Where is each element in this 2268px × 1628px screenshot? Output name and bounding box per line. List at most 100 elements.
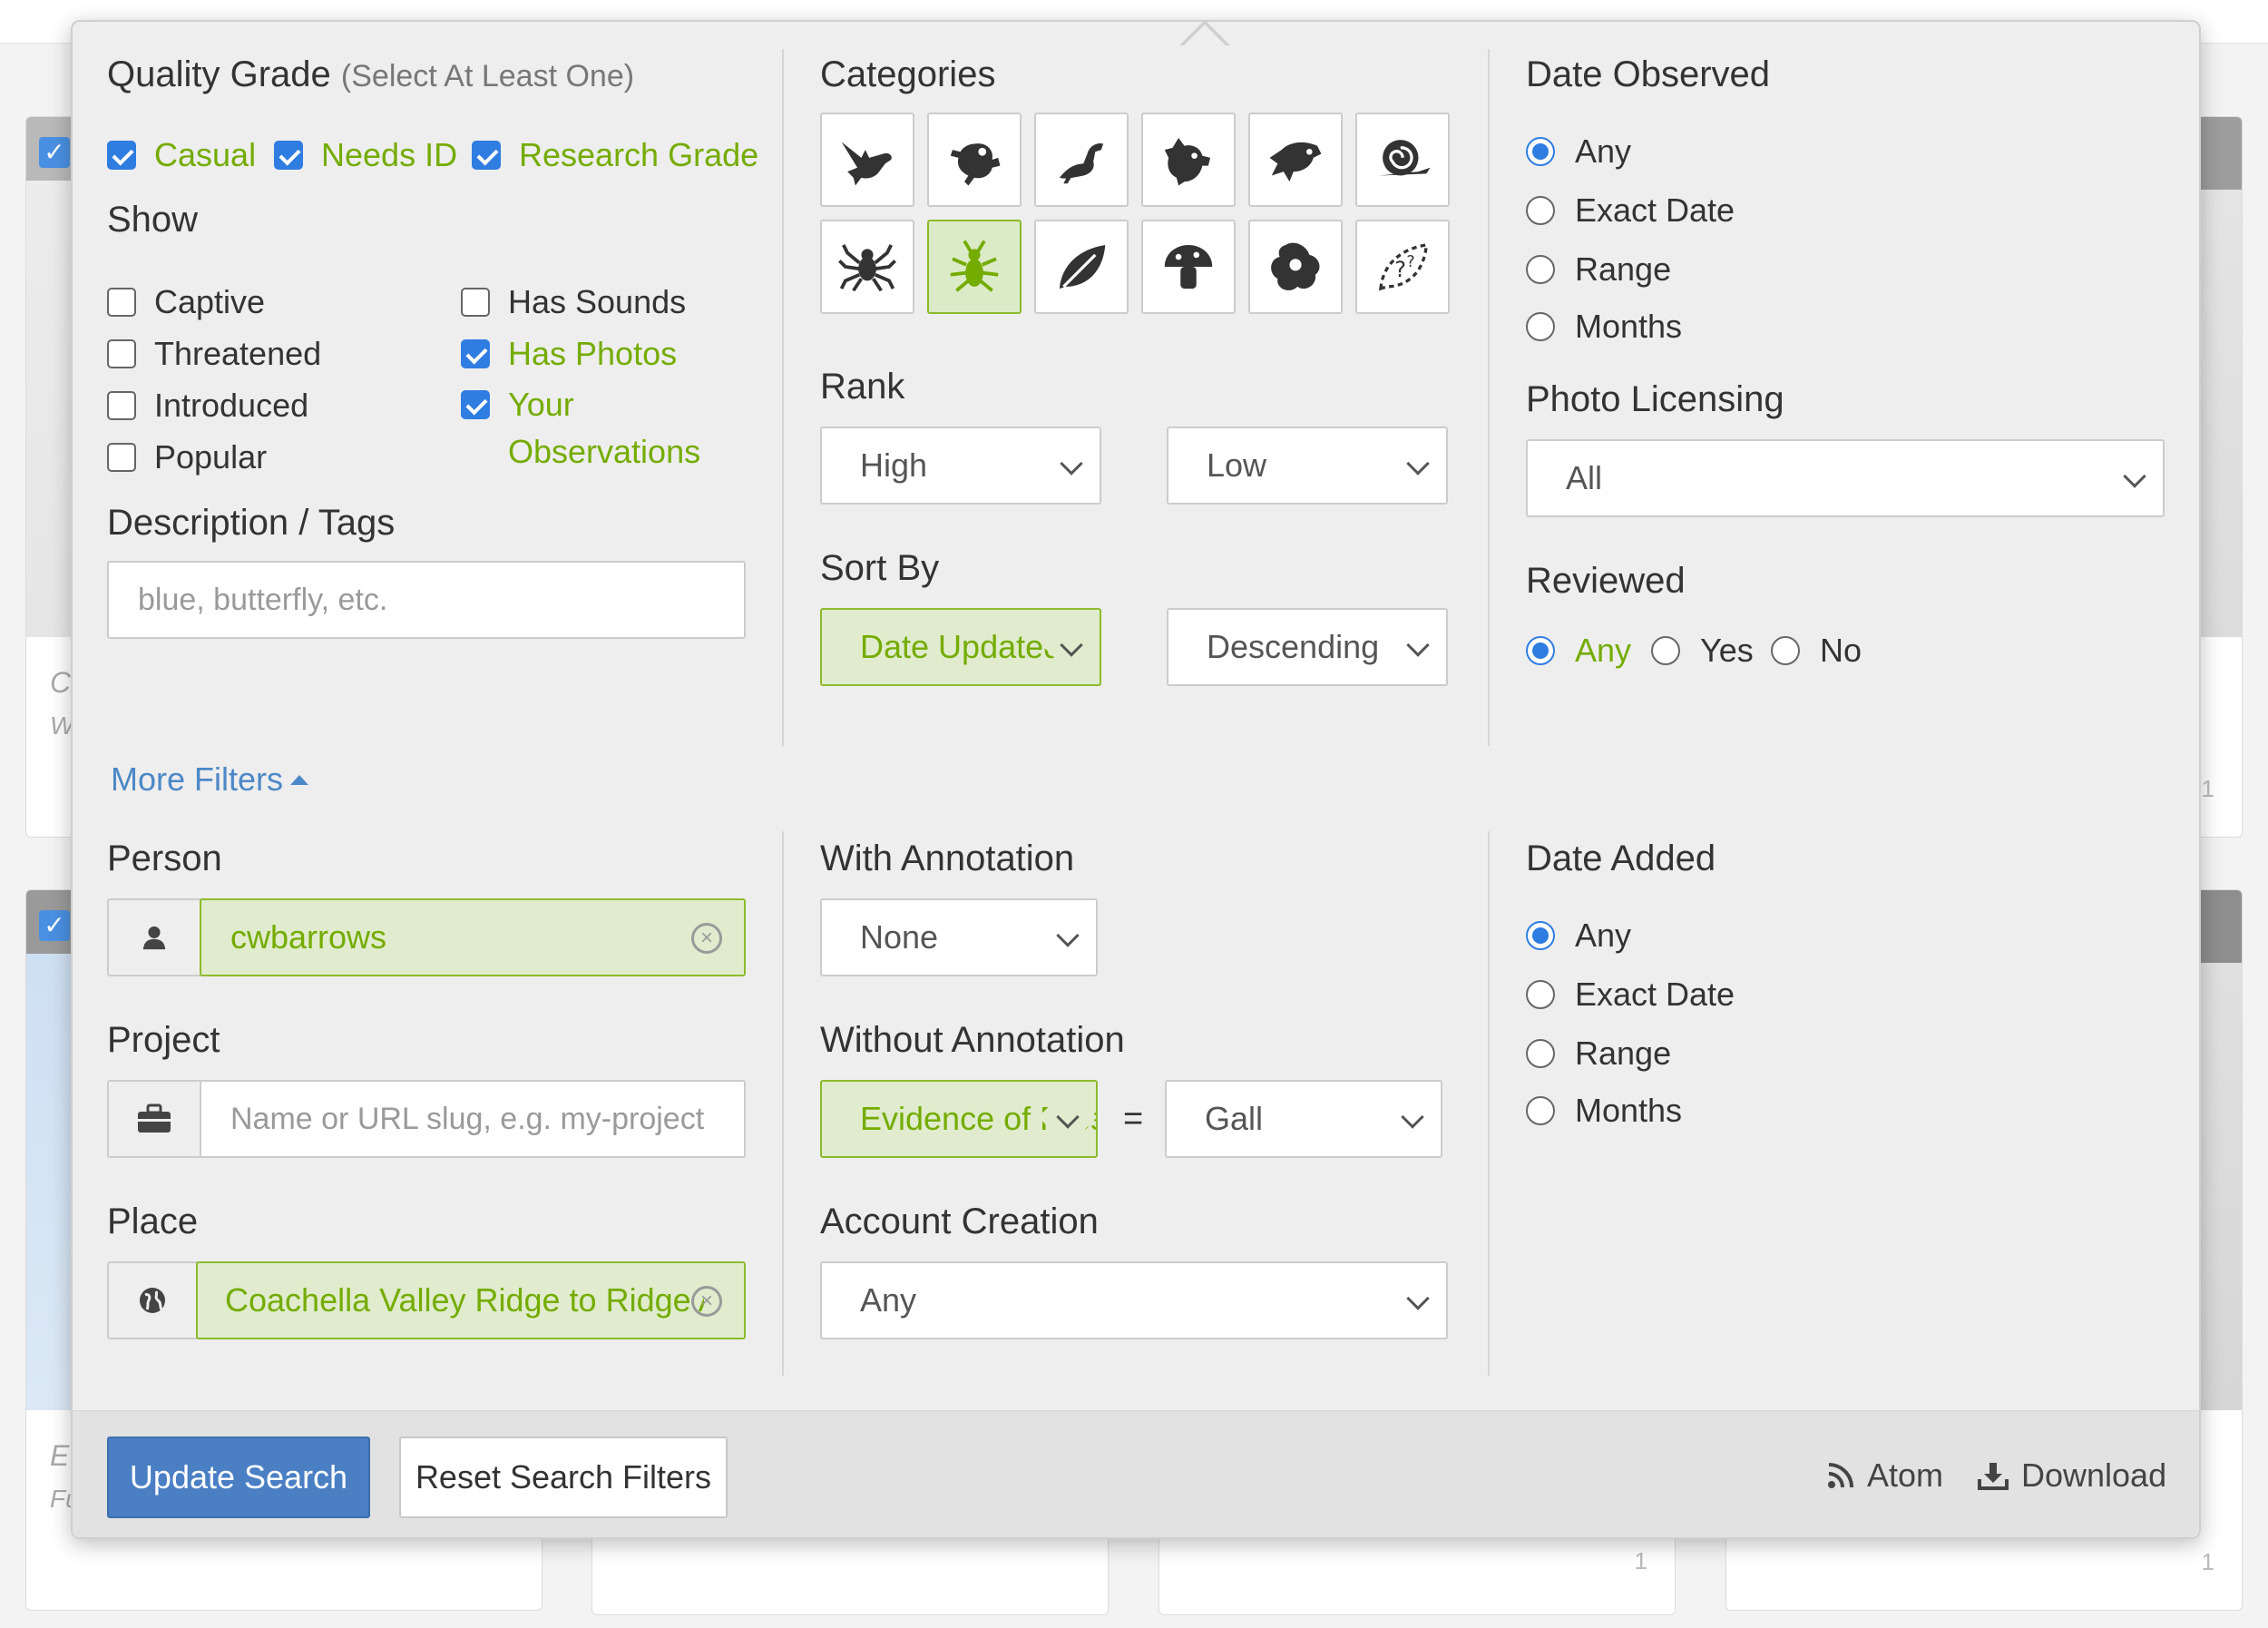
fish-icon	[1269, 142, 1322, 182]
plant-icon	[1059, 244, 1106, 289]
rank-high-select[interactable]: High	[820, 427, 1101, 505]
download-link[interactable]: Download	[1978, 1456, 2166, 1495]
radio-dot[interactable]	[1526, 1096, 1555, 1125]
more-filters-toggle[interactable]: More Filters	[111, 760, 309, 799]
photo-licensing-select[interactable]: All	[1526, 439, 2165, 517]
category-protozoa[interactable]	[1248, 220, 1343, 314]
radio-dot[interactable]	[1526, 636, 1555, 665]
clear-icon[interactable]: ×	[691, 923, 722, 954]
checkbox-box[interactable]	[107, 339, 136, 368]
radio-dot[interactable]	[1771, 636, 1800, 665]
research-grade-checkbox[interactable]: Research Grade	[472, 136, 758, 174]
date-observed-heading: Date Observed	[1526, 54, 1771, 94]
without-annotation-value-select[interactable]: Gall	[1165, 1080, 1442, 1158]
date-added-any-radio[interactable]: Any	[1526, 917, 1631, 955]
person-heading: Person	[107, 839, 222, 878]
select-checkbox[interactable]: ✓	[39, 137, 70, 168]
project-input[interactable]: Name or URL slug, e.g. my-project	[200, 1080, 746, 1158]
category-reptile[interactable]	[1034, 113, 1129, 207]
captive-checkbox[interactable]: Captive	[107, 283, 265, 321]
checkbox-box[interactable]	[107, 443, 136, 472]
radio-dot[interactable]	[1526, 255, 1555, 284]
rank-heading: Rank	[820, 367, 905, 407]
radio-dot[interactable]	[1526, 921, 1555, 950]
popular-checkbox[interactable]: Popular	[107, 438, 267, 476]
account-creation-select[interactable]: Any	[820, 1261, 1448, 1339]
category-amphibian[interactable]	[927, 113, 1022, 207]
with-annotation-select[interactable]: None	[820, 898, 1098, 976]
checkbox-box[interactable]	[107, 141, 136, 170]
checkbox-box[interactable]	[461, 288, 490, 317]
date-added-heading: Date Added	[1526, 839, 1716, 878]
amphibian-icon	[950, 143, 1001, 186]
clear-icon[interactable]: ×	[691, 1286, 722, 1317]
select-checkbox[interactable]: ✓	[39, 910, 70, 941]
category-bird[interactable]	[820, 113, 914, 207]
comment-count: 1	[1634, 1547, 1647, 1574]
radio-dot[interactable]	[1526, 1039, 1555, 1068]
has-photos-checkbox[interactable]: Has Photos	[461, 335, 677, 373]
without-annotation-attribute-select[interactable]: Evidence of Presence	[820, 1080, 1098, 1158]
category-mammal[interactable]	[1141, 113, 1236, 207]
person-input[interactable]: cwbarrows ×	[200, 898, 746, 976]
unknown-icon: ??	[1379, 243, 1429, 291]
date-added-range-radio[interactable]: Range	[1526, 1035, 1671, 1073]
checkbox-box[interactable]	[107, 391, 136, 420]
category-plant[interactable]	[1034, 220, 1129, 314]
checkbox-box[interactable]	[461, 339, 490, 368]
checkbox-box[interactable]	[461, 390, 490, 419]
date-added-months-radio[interactable]: Months	[1526, 1092, 1682, 1130]
category-fish[interactable]	[1248, 113, 1343, 207]
date-observed-any-radio[interactable]: Any	[1526, 132, 1631, 171]
description-tags-input[interactable]: blue, butterfly, etc.	[107, 561, 746, 639]
radio-dot[interactable]	[1526, 196, 1555, 225]
reptile-icon	[1059, 142, 1104, 184]
casual-checkbox[interactable]: Casual	[107, 136, 256, 174]
categories-heading: Categories	[820, 54, 996, 94]
date-observed-months-radio[interactable]: Months	[1526, 308, 1682, 346]
account-creation-value: Any	[860, 1281, 917, 1319]
reviewed-yes-radio[interactable]: Yes	[1651, 632, 1754, 670]
sort-field-select[interactable]: Date Updated	[820, 608, 1101, 686]
category-fungi[interactable]	[1141, 220, 1236, 314]
date-added-exact-label: Exact Date	[1575, 976, 1735, 1013]
checkbox-box[interactable]	[107, 288, 136, 317]
place-input[interactable]: Coachella Valley Ridge to Ridge Area ×	[196, 1261, 746, 1339]
threatened-label: Threatened	[154, 335, 322, 372]
popover-caret-fill	[1182, 25, 1227, 47]
your-observations-line2: Observations	[508, 433, 701, 470]
checkbox-box[interactable]	[472, 141, 501, 170]
download-label: Download	[2021, 1456, 2167, 1494]
category-insect[interactable]	[927, 220, 1022, 314]
date-observed-exact-radio[interactable]: Exact Date	[1526, 191, 1735, 230]
date-added-exact-radio[interactable]: Exact Date	[1526, 976, 1735, 1014]
reset-filters-button[interactable]: Reset Search Filters	[399, 1437, 728, 1518]
radio-dot[interactable]	[1526, 137, 1555, 166]
column-divider	[1488, 831, 1490, 1376]
radio-dot[interactable]	[1651, 636, 1680, 665]
has-photos-label: Has Photos	[508, 335, 678, 372]
reviewed-heading: Reviewed	[1526, 561, 1686, 601]
sort-order-select[interactable]: Descending	[1167, 608, 1448, 686]
category-mollusk[interactable]	[1355, 113, 1450, 207]
place-heading: Place	[107, 1201, 199, 1241]
needs-id-checkbox[interactable]: Needs ID	[274, 136, 457, 174]
reviewed-any-radio[interactable]: Any	[1526, 632, 1631, 670]
radio-dot[interactable]	[1526, 312, 1555, 341]
radio-dot[interactable]	[1526, 980, 1555, 1009]
category-unknown[interactable]: ??	[1355, 220, 1450, 314]
update-search-button[interactable]: Update Search	[107, 1437, 370, 1518]
has-sounds-checkbox[interactable]: Has Sounds	[461, 283, 686, 321]
column-divider	[1488, 49, 1490, 746]
your-observations-checkbox[interactable]: Your Observations	[461, 386, 701, 476]
globe-icon	[140, 1288, 165, 1313]
category-arachnid[interactable]	[820, 220, 914, 314]
atom-link[interactable]: Atom	[1827, 1456, 1943, 1495]
introduced-checkbox[interactable]: Introduced	[107, 387, 308, 425]
threatened-checkbox[interactable]: Threatened	[107, 335, 321, 373]
date-observed-range-radio[interactable]: Range	[1526, 250, 1671, 289]
date-observed-range-label: Range	[1575, 250, 1672, 288]
reviewed-no-radio[interactable]: No	[1771, 632, 1862, 670]
rank-low-select[interactable]: Low	[1167, 427, 1448, 505]
checkbox-box[interactable]	[274, 141, 303, 170]
